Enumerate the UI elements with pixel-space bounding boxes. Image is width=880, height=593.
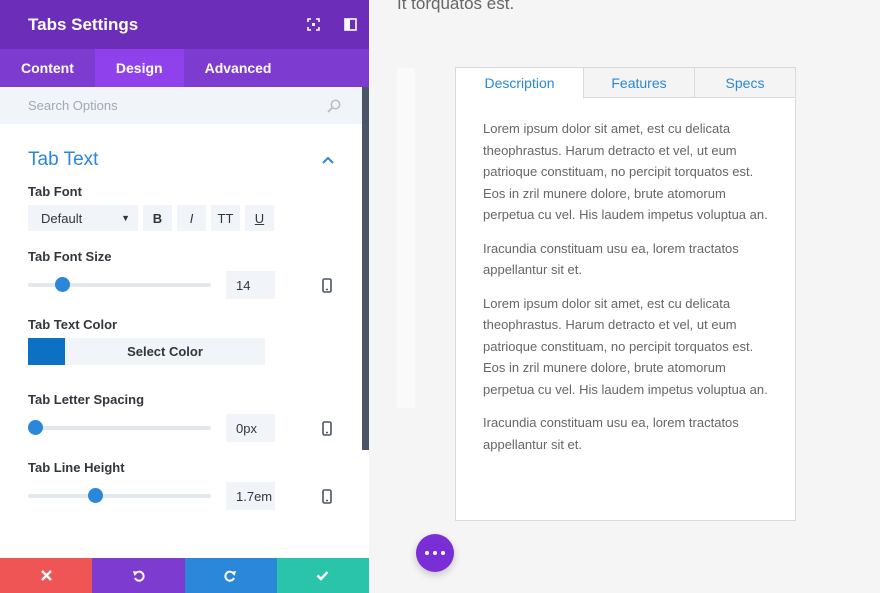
dot-icon xyxy=(433,551,437,555)
sidebar-layout-icon[interactable] xyxy=(332,0,369,49)
panel-header: Tabs Settings xyxy=(0,0,369,49)
uppercase-button[interactable]: TT xyxy=(211,205,240,231)
content-paragraph: Iracundia constituam usu ea, lorem tract… xyxy=(483,415,739,452)
font-size-label: Tab Font Size xyxy=(28,249,112,264)
save-button[interactable] xyxy=(276,558,369,593)
mobile-device-icon[interactable] xyxy=(322,488,332,504)
line-height-slider[interactable] xyxy=(28,488,211,503)
font-size-slider[interactable] xyxy=(28,277,211,292)
options-body: Tab Text Tab Font Default ▼ B I TT U Tab… xyxy=(0,124,362,538)
bold-button[interactable]: B xyxy=(143,205,172,231)
font-size-slider-thumb[interactable] xyxy=(54,277,70,292)
line-height-input[interactable]: 1.7em xyxy=(226,482,275,510)
undo-icon xyxy=(132,570,145,582)
panel-footer xyxy=(0,558,369,593)
tabs-module-nav: Description Features Specs xyxy=(456,68,795,99)
italic-button[interactable]: I xyxy=(177,205,206,231)
mobile-device-icon[interactable] xyxy=(322,277,332,293)
dot-icon xyxy=(425,551,429,555)
cancel-button[interactable] xyxy=(0,558,93,593)
expand-icon[interactable] xyxy=(295,0,332,49)
content-paragraph: Lorem ipsum dolor sit amet, est cu delic… xyxy=(483,121,768,222)
font-size-input[interactable]: 14 xyxy=(226,271,275,299)
letter-spacing-input[interactable]: 0px xyxy=(226,414,275,442)
letter-spacing-label: Tab Letter Spacing xyxy=(28,392,145,407)
select-color-button[interactable]: Select Color xyxy=(65,338,265,365)
more-options-button[interactable] xyxy=(416,534,454,572)
underline-button[interactable]: U xyxy=(245,205,274,231)
search-icon xyxy=(327,99,341,113)
tab-advanced[interactable]: Advanced xyxy=(184,49,293,87)
panel-tabs: Content Design Advanced xyxy=(0,49,369,87)
caret-down-icon: ▼ xyxy=(121,213,130,223)
tab-specs[interactable]: Specs xyxy=(695,68,795,97)
section-title: Tab Text xyxy=(28,149,99,170)
tabs-module: Description Features Specs Lorem ipsum d… xyxy=(455,67,796,521)
line-height-slider-thumb[interactable] xyxy=(88,488,104,503)
content-paragraph: Iracundia constituam usu ea, lorem tract… xyxy=(483,240,739,278)
checkmark-icon xyxy=(317,571,329,581)
redo-icon xyxy=(224,570,237,582)
mobile-device-icon[interactable] xyxy=(322,420,332,436)
tab-features[interactable]: Features xyxy=(584,68,695,97)
redo-button[interactable] xyxy=(184,558,277,593)
content-paragraph: Lorem ipsum dolor sit amet, est cu delic… xyxy=(483,295,768,397)
font-select[interactable]: Default ▼ xyxy=(28,205,138,231)
chevron-up-icon[interactable] xyxy=(322,151,334,169)
dot-icon xyxy=(441,551,445,555)
tab-design[interactable]: Design xyxy=(94,49,184,87)
module-placeholder xyxy=(397,68,415,408)
settings-panel: Tabs Settings Content Design Advanced Se… xyxy=(0,0,369,593)
search-options[interactable]: Search Options xyxy=(0,87,369,124)
section-header[interactable]: Tab Text xyxy=(0,124,362,176)
tab-description[interactable]: Description xyxy=(456,68,584,99)
line-height-label: Tab Line Height xyxy=(28,460,125,475)
close-icon xyxy=(40,570,52,581)
font-select-value: Default xyxy=(41,210,83,226)
undo-button[interactable] xyxy=(92,558,185,593)
letter-spacing-slider-thumb[interactable] xyxy=(28,420,43,435)
tab-content[interactable]: Content xyxy=(0,49,95,87)
text-color-label: Tab Text Color xyxy=(28,317,118,332)
preview-text: It torquatos est. xyxy=(397,0,515,13)
panel-scrollbar[interactable] xyxy=(362,87,369,450)
tab-font-label: Tab Font xyxy=(28,184,82,199)
panel-title: Tabs Settings xyxy=(28,14,139,34)
letter-spacing-slider[interactable] xyxy=(28,420,211,435)
color-swatch[interactable] xyxy=(28,338,65,365)
search-input[interactable]: Search Options xyxy=(28,98,327,113)
tab-content-body: Lorem ipsum dolor sit amet, est cu delic… xyxy=(456,98,795,455)
